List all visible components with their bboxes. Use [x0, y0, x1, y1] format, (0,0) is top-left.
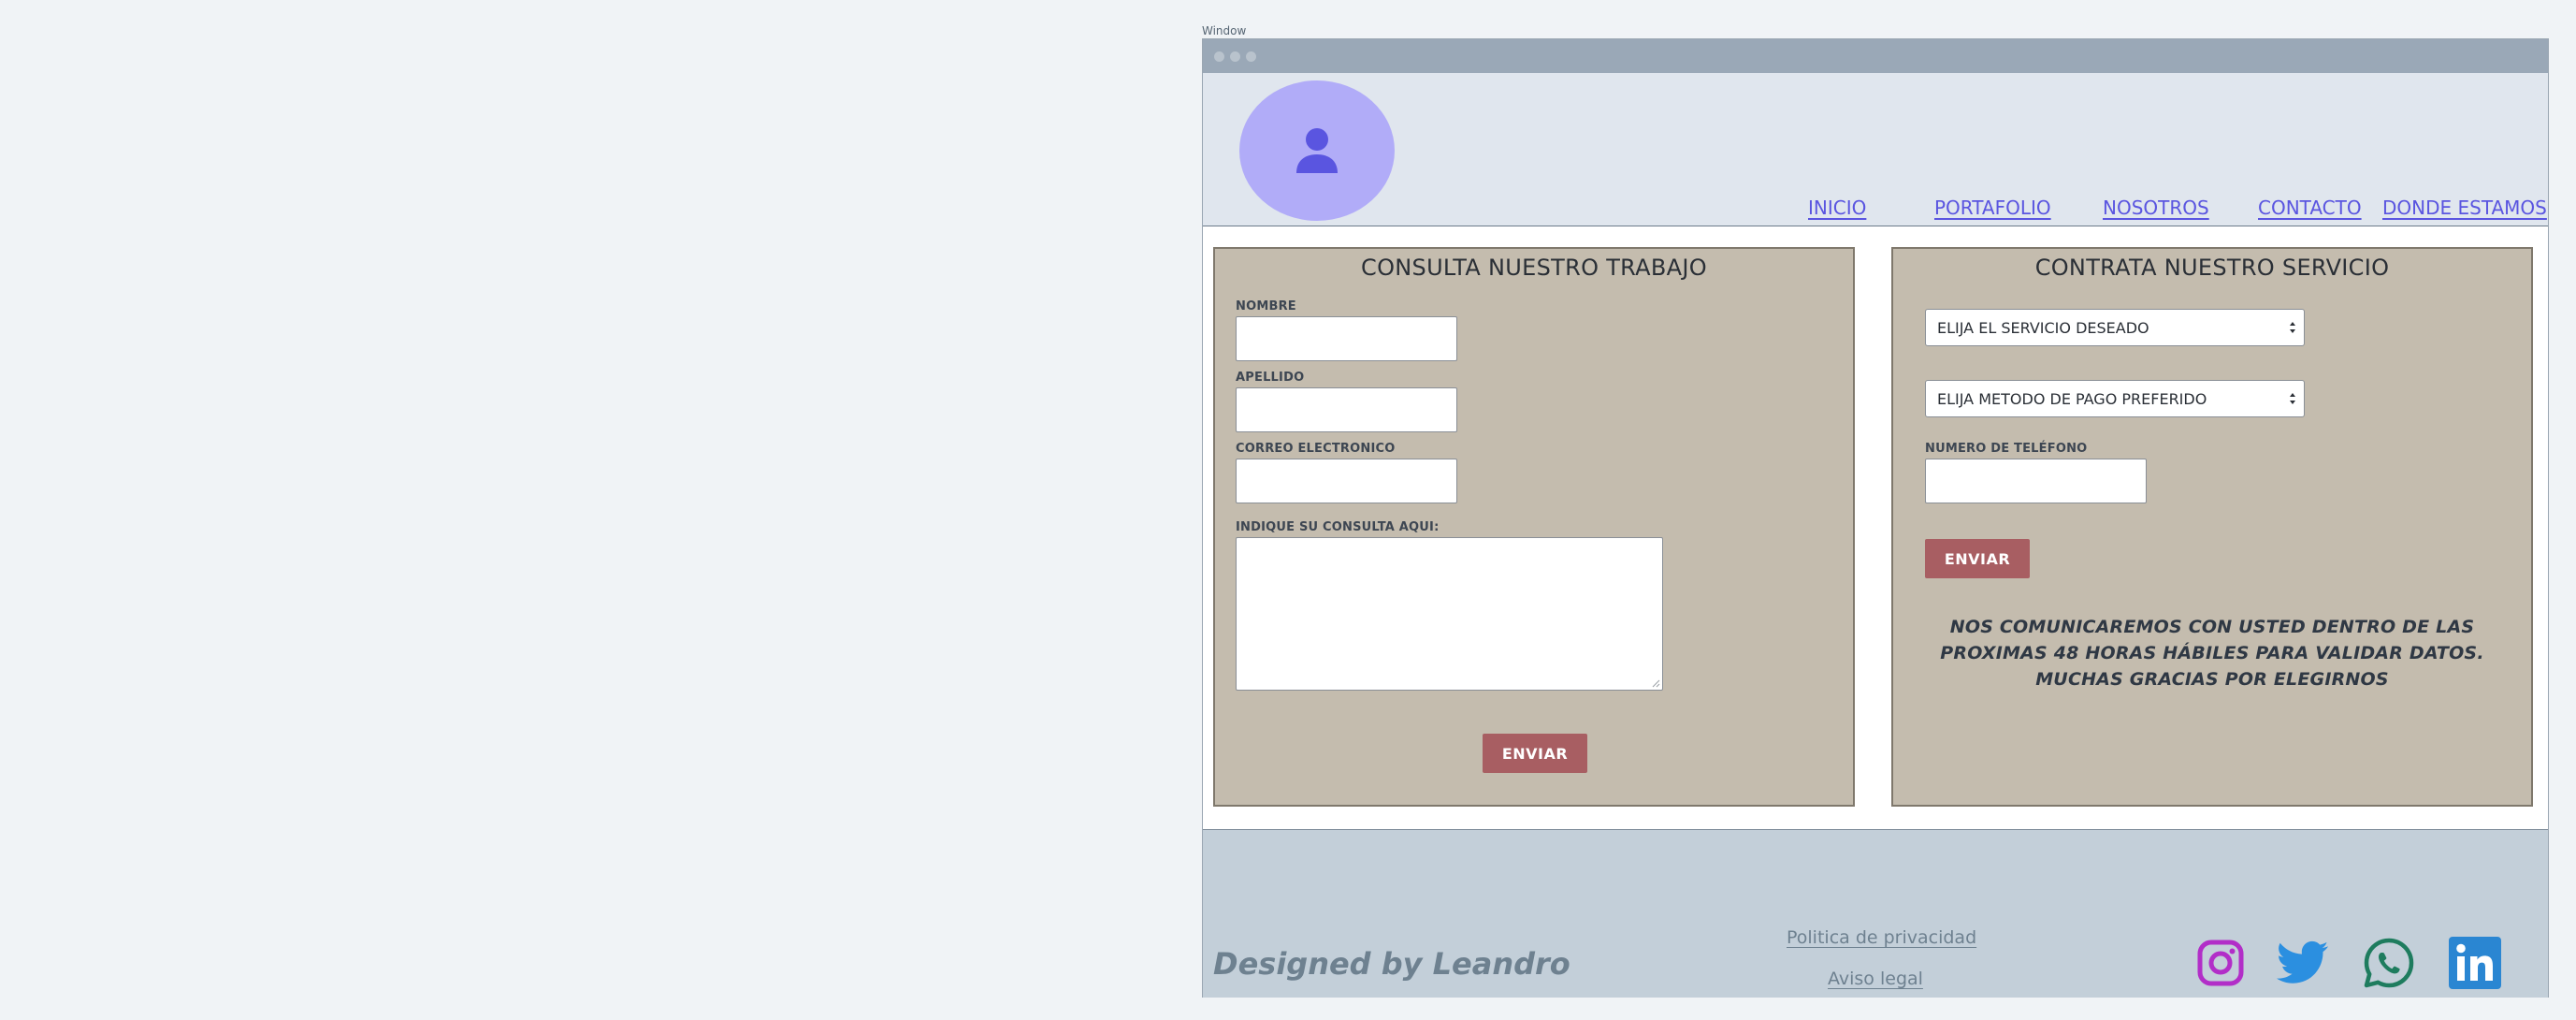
- contrata-notice: NOS COMUNICAREMOS CON USTED DENTRO DE LA…: [1893, 614, 2531, 692]
- linkedin-link[interactable]: [2449, 937, 2501, 989]
- telefono-label: NUMERO DE TELÉFONO: [1925, 442, 2088, 456]
- contrata-panel: CONTRATA NUESTRO SERVICIO ELIJA EL SERVI…: [1891, 247, 2533, 807]
- nombre-input[interactable]: [1236, 316, 1457, 361]
- consulta-panel: CONSULTA NUESTRO TRABAJO NOMBRE APELLIDO…: [1213, 247, 1855, 807]
- resize-grip-icon[interactable]: [1651, 678, 1660, 688]
- select-arrows-icon: [2290, 322, 2295, 333]
- title-bar: [1203, 39, 2548, 73]
- pago-select[interactable]: ELIJA METODO DE PAGO PREFERIDO: [1925, 380, 2305, 417]
- linkedin-icon: [2449, 937, 2501, 989]
- instagram-icon: [2197, 940, 2244, 986]
- instagram-link[interactable]: [2194, 937, 2247, 989]
- contrata-submit-button[interactable]: ENVIAR: [1925, 539, 2030, 578]
- nombre-label: NOMBRE: [1236, 299, 1296, 313]
- user-icon: [1296, 128, 1338, 173]
- consulta-submit-button[interactable]: ENVIAR: [1483, 734, 1587, 773]
- twitter-link[interactable]: [2277, 937, 2329, 989]
- site-footer: Designed by Leandro Politica de privacid…: [1203, 829, 2548, 998]
- window-close-button[interactable]: [1214, 51, 1224, 62]
- notice-line-1: NOS COMUNICAREMOS CON USTED DENTRO DE LA…: [1949, 617, 2475, 637]
- select-arrows-icon: [2290, 393, 2295, 404]
- servicio-select-value: ELIJA EL SERVICIO DESEADO: [1937, 318, 2149, 337]
- window-label: Window: [1202, 24, 1247, 37]
- consulta-title: CONSULTA NUESTRO TRABAJO: [1361, 255, 1707, 281]
- app-window: INICIO PORTAFOLIO NOSOTROS CONTACTO DOND…: [1202, 38, 2549, 998]
- apellido-input[interactable]: [1236, 387, 1457, 432]
- window-minimize-button[interactable]: [1230, 51, 1240, 62]
- site-header: INICIO PORTAFOLIO NOSOTROS CONTACTO DOND…: [1203, 73, 2548, 226]
- main-nav: INICIO PORTAFOLIO NOSOTROS CONTACTO DOND…: [1203, 197, 2548, 221]
- nav-link-contacto[interactable]: CONTACTO: [2258, 197, 2362, 219]
- whatsapp-link[interactable]: [2363, 937, 2415, 989]
- whatsapp-icon: [2364, 938, 2414, 988]
- notice-line-2: PROXIMAS 48 HORAS HÁBILES PARA VALIDAR D…: [1940, 643, 2484, 663]
- nav-link-portafolio[interactable]: PORTAFOLIO: [1934, 197, 2051, 219]
- telefono-input[interactable]: [1925, 459, 2147, 503]
- nav-link-donde-estamos[interactable]: DONDE ESTAMOS: [2382, 197, 2547, 219]
- apellido-label: APELLIDO: [1236, 371, 1305, 385]
- nav-link-inicio[interactable]: INICIO: [1808, 197, 1866, 219]
- pago-select-value: ELIJA METODO DE PAGO PREFERIDO: [1937, 389, 2207, 408]
- servicio-select[interactable]: ELIJA EL SERVICIO DESEADO: [1925, 309, 2305, 346]
- consulta-textarea[interactable]: [1236, 537, 1663, 691]
- consulta-label: INDIQUE SU CONSULTA AQUI:: [1236, 520, 1440, 534]
- twitter-icon: [2277, 940, 2329, 984]
- notice-line-3: MUCHAS GRACIAS POR ELEGIRNOS: [2035, 669, 2389, 690]
- nav-link-nosotros[interactable]: NOSOTROS: [2103, 197, 2209, 219]
- contrata-title: CONTRATA NUESTRO SERVICIO: [2034, 255, 2390, 281]
- privacy-policy-link[interactable]: Politica de privacidad: [1787, 927, 1976, 948]
- legal-notice-link[interactable]: Aviso legal: [1828, 969, 1923, 989]
- window-maximize-button[interactable]: [1246, 51, 1256, 62]
- correo-label: CORREO ELECTRONICO: [1236, 442, 1396, 456]
- correo-input[interactable]: [1236, 459, 1457, 503]
- designed-by-text: Designed by Leandro: [1213, 946, 1570, 982]
